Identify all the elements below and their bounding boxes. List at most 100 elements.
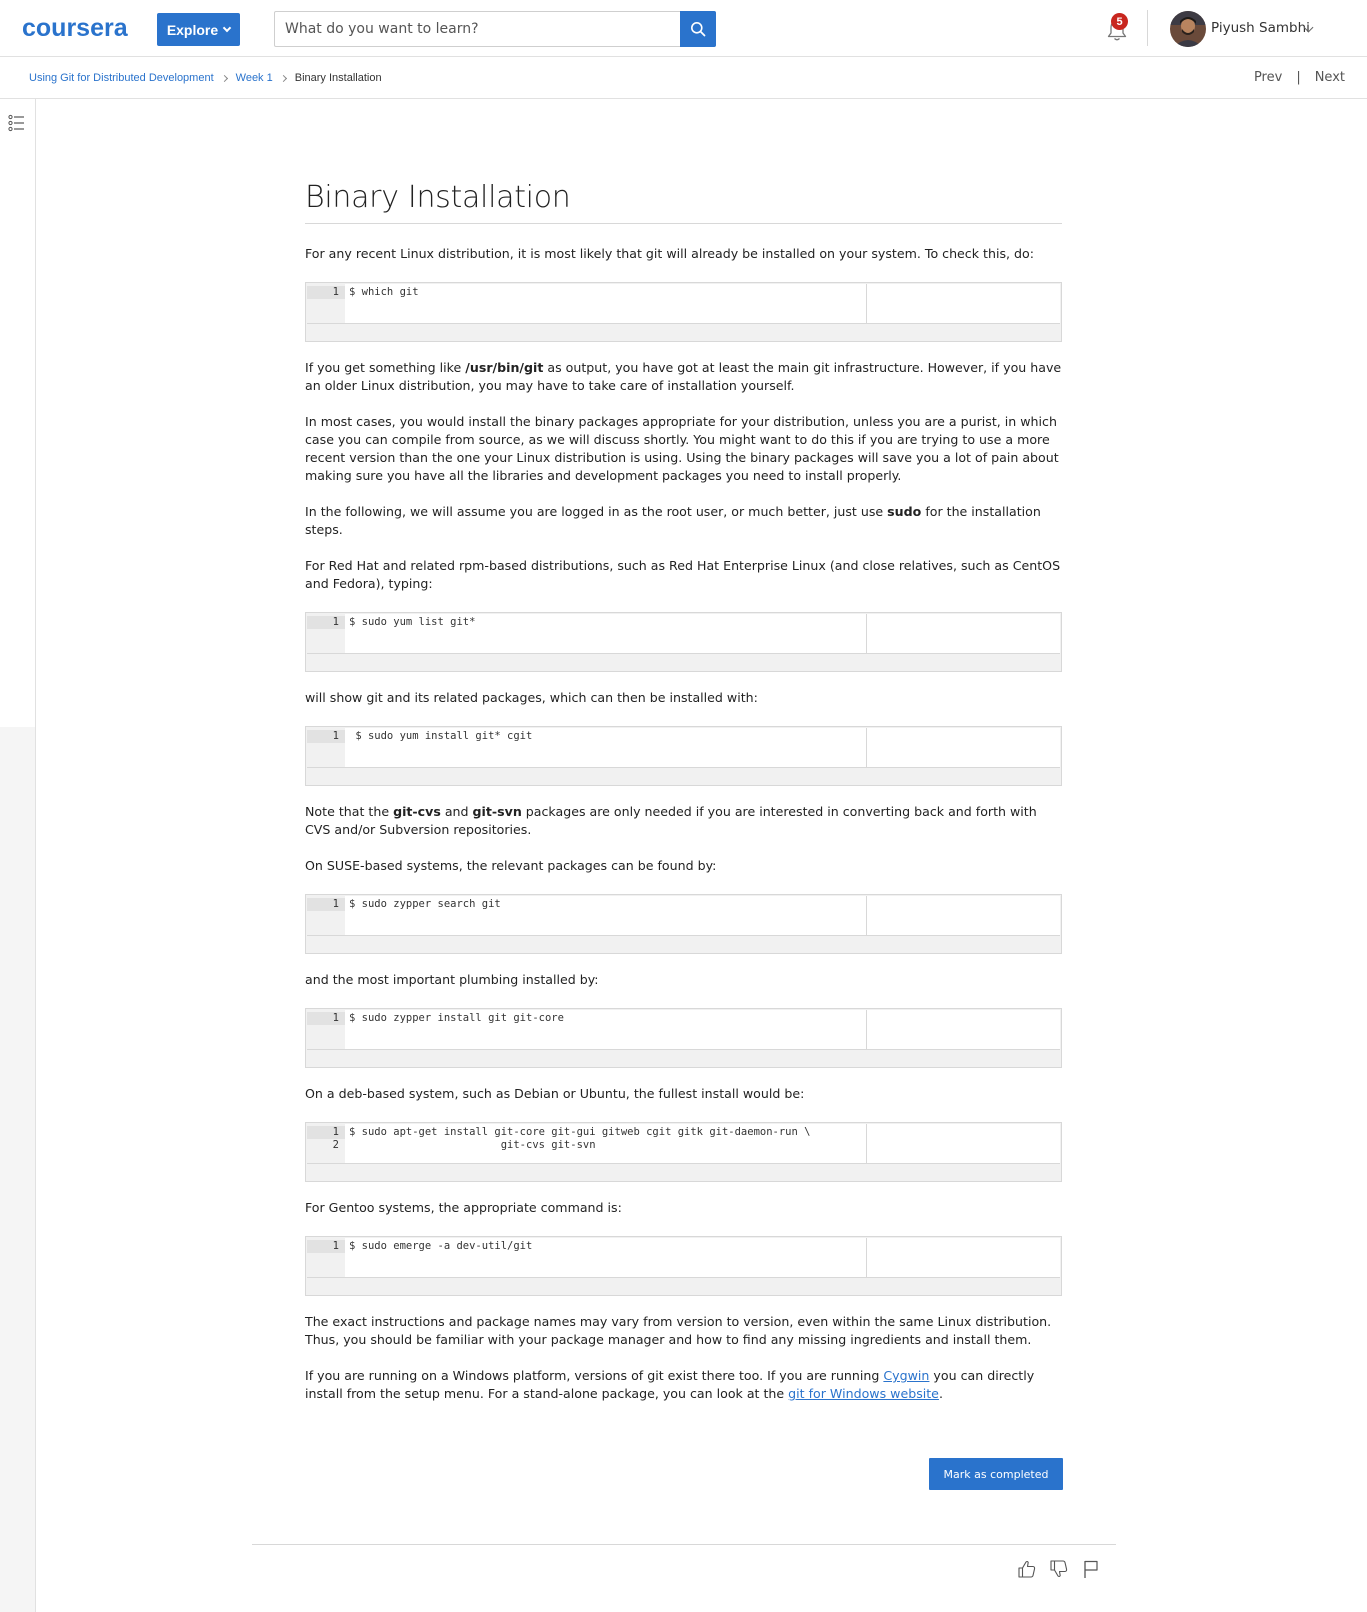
- code-editor[interactable]: 1 $ sudo zypper install git git-core: [307, 1010, 1060, 1050]
- code-block[interactable]: 1 $ sudo zypper install git git-core: [305, 1008, 1062, 1068]
- line-number-gutter: 1: [307, 1010, 345, 1049]
- code-side-panel: [867, 284, 1060, 323]
- paragraph: and the most important plumbing installe…: [305, 972, 599, 987]
- code-side-panel: [867, 1124, 1060, 1163]
- search-box: [274, 11, 716, 47]
- code-footer: [306, 936, 1061, 953]
- line-number-gutter: 1: [307, 896, 345, 935]
- code-editor[interactable]: 1 2 $ sudo apt-get install git-core git-gu…: [307, 1124, 1060, 1164]
- code-block[interactable]: 1 $ which git: [305, 282, 1062, 342]
- page-title: Binary Installation: [305, 180, 1062, 224]
- flag-icon[interactable]: [1081, 1559, 1101, 1579]
- code-text[interactable]: $ sudo zypper search git: [345, 896, 867, 935]
- line-number: 1: [307, 898, 345, 911]
- outline-list-icon[interactable]: [8, 114, 26, 132]
- code-block[interactable]: 1 $ sudo yum list git*: [305, 612, 1062, 672]
- code-side-panel: [867, 614, 1060, 653]
- code-line: $ which git: [349, 286, 419, 298]
- code-side-panel: [867, 896, 1060, 935]
- avatar-image: [1170, 11, 1206, 47]
- chevron-down-icon: [222, 23, 232, 33]
- bold-text: git-svn: [472, 804, 522, 819]
- paragraph: For any recent Linux distribution, it is…: [305, 246, 1034, 261]
- paragraph: On a deb-based system, such as Debian or…: [305, 1086, 805, 1101]
- coursera-logo[interactable]: coursera: [22, 14, 128, 43]
- paragraph: On SUSE-based systems, the relevant pack…: [305, 858, 717, 873]
- code-block[interactable]: 1 2 $ sudo apt-get install git-core git-gu…: [305, 1122, 1062, 1182]
- code-text[interactable]: $ sudo yum install git* cgit: [345, 728, 867, 767]
- paragraph: In the following, we will assume you are…: [305, 503, 1062, 539]
- cygwin-link[interactable]: Cygwin: [883, 1368, 929, 1383]
- bold-text: /usr/bin/git: [465, 360, 544, 375]
- code-footer: [306, 1050, 1061, 1067]
- chevron-right-icon: [279, 74, 287, 82]
- explore-label: Explore: [166, 21, 219, 38]
- paragraph: The exact instructions and package names…: [305, 1314, 1052, 1347]
- line-number-gutter: 1: [307, 614, 345, 653]
- avatar[interactable]: [1170, 11, 1206, 47]
- code-footer: [306, 768, 1061, 785]
- git-for-windows-link[interactable]: git for Windows website: [788, 1386, 939, 1401]
- paragraph: For Gentoo systems, the appropriate comm…: [305, 1200, 622, 1215]
- code-footer: [306, 1164, 1061, 1181]
- code-text[interactable]: $ which git: [345, 284, 867, 323]
- prev-link[interactable]: Prev: [1254, 70, 1282, 85]
- rail-shade: [0, 727, 35, 1612]
- breadcrumb-bar: Using Git for Distributed Development We…: [0, 57, 1367, 99]
- code-line: git-cvs git-svn: [349, 1139, 596, 1151]
- code-editor[interactable]: 1 $ sudo zypper search git: [307, 896, 1060, 936]
- search-icon: [691, 22, 706, 37]
- code-line: $ sudo zypper install git git-core: [349, 1012, 564, 1024]
- chevron-right-icon: [220, 74, 228, 82]
- paragraph: If you are running on a Windows platform…: [305, 1367, 1062, 1403]
- code-text[interactable]: $ sudo zypper install git git-core: [345, 1010, 867, 1049]
- next-link[interactable]: Next: [1315, 70, 1345, 85]
- mark-as-completed-button[interactable]: Mark as completed: [929, 1458, 1063, 1490]
- code-side-panel: [867, 728, 1060, 767]
- code-line: $ sudo apt-get install git-core git-gui …: [349, 1126, 811, 1138]
- breadcrumb-current: Binary Installation: [294, 72, 382, 84]
- text: and: [440, 804, 473, 819]
- search-button[interactable]: [680, 11, 716, 47]
- thumbs-down-icon[interactable]: [1049, 1559, 1069, 1579]
- explore-button[interactable]: Explore: [157, 13, 240, 46]
- line-number-gutter: 1: [307, 284, 345, 323]
- paragraph: In most cases, you would install the bin…: [305, 414, 1059, 483]
- code-block[interactable]: 1 $ sudo zypper search git: [305, 894, 1062, 954]
- code-side-panel: [867, 1010, 1060, 1049]
- footer-divider: [252, 1544, 1116, 1545]
- line-number: 1: [307, 730, 345, 743]
- top-navigation: coursera Explore 5 Piyush Sambhi: [0, 0, 1367, 57]
- text: In the following, we will assume you are…: [305, 504, 888, 519]
- thumbs-up-icon[interactable]: [1017, 1559, 1037, 1579]
- paragraph: will show git and its related packages, …: [305, 690, 758, 705]
- code-footer: [306, 324, 1061, 341]
- text: If you get something like: [305, 360, 466, 375]
- line-number: 2: [332, 1139, 339, 1151]
- breadcrumb-course[interactable]: Using Git for Distributed Development: [29, 72, 214, 84]
- code-editor[interactable]: 1 $ sudo yum list git*: [307, 614, 1060, 654]
- code-text[interactable]: $ sudo apt-get install git-core git-gui …: [345, 1124, 867, 1163]
- code-block[interactable]: 1 $ sudo yum install git* cgit: [305, 726, 1062, 786]
- line-number-gutter: 1: [307, 1238, 345, 1277]
- code-editor[interactable]: 1 $ which git: [307, 284, 1060, 324]
- user-name[interactable]: Piyush Sambhi: [1211, 20, 1310, 36]
- header-divider: [1147, 10, 1148, 46]
- code-block[interactable]: 1 $ sudo emerge -a dev-util/git: [305, 1236, 1062, 1296]
- line-number-gutter: 12: [307, 1124, 345, 1163]
- code-line: $ sudo zypper search git: [349, 898, 501, 910]
- code-editor[interactable]: 1 $ sudo emerge -a dev-util/git: [307, 1238, 1060, 1278]
- paragraph: For Red Hat and related rpm-based distri…: [305, 558, 1061, 591]
- pagenav-separator: |: [1296, 70, 1301, 85]
- reading-content: Binary Installation For any recent Linux…: [305, 180, 1062, 1403]
- text: If you are running on a Windows platform…: [305, 1368, 884, 1383]
- text: .: [938, 1386, 943, 1401]
- search-input[interactable]: [275, 12, 679, 46]
- code-editor[interactable]: 1 $ sudo yum install git* cgit: [307, 728, 1060, 768]
- breadcrumb-week[interactable]: Week 1: [236, 72, 273, 84]
- code-text[interactable]: $ sudo emerge -a dev-util/git: [345, 1238, 867, 1277]
- code-line: $ sudo yum list git*: [349, 616, 476, 628]
- code-text[interactable]: $ sudo yum list git*: [345, 614, 867, 653]
- breadcrumb: Using Git for Distributed Development We…: [29, 72, 382, 84]
- paragraph: Note that the git-cvs and git-svn packag…: [305, 803, 1062, 839]
